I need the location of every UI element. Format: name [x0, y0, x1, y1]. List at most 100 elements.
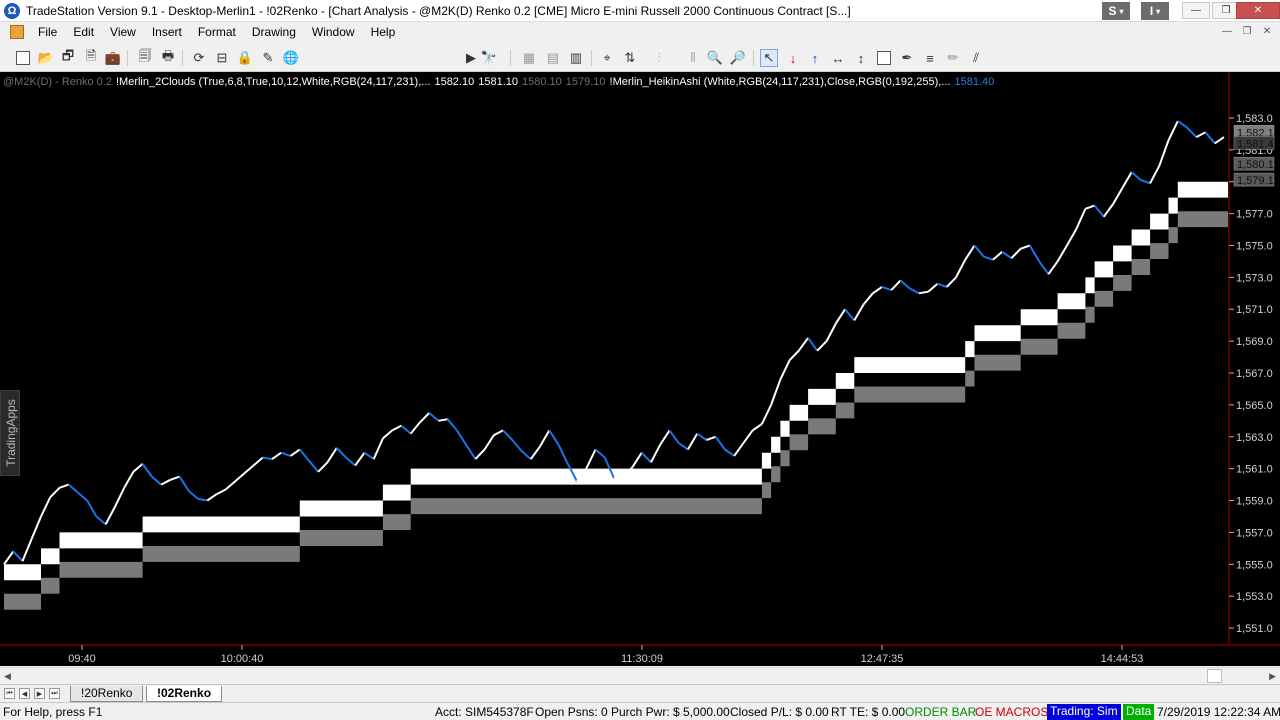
chart-scrollbar[interactable]: ◀ ▶ — [0, 667, 1280, 684]
pointer-icon[interactable]: ↖ — [760, 49, 778, 67]
data-status-badge[interactable]: Data — [1123, 704, 1155, 720]
window-arrange-icon[interactable]: ⊟ — [213, 49, 231, 67]
horizontal-line-icon[interactable]: ↔ — [829, 49, 847, 67]
price-segment — [1177, 120, 1188, 129]
price-segment — [890, 279, 902, 291]
price-segment — [1020, 244, 1031, 250]
menu-file[interactable]: File — [30, 22, 65, 42]
price-segment — [964, 244, 976, 261]
price-segment — [141, 463, 153, 478]
down-arrow-icon[interactable]: ↓ — [784, 49, 802, 67]
new-document-icon[interactable] — [14, 49, 32, 67]
tradingapps-side-tab[interactable]: TradingApps — [0, 390, 20, 476]
tab-20renko[interactable]: !20Renko — [70, 686, 144, 702]
crosshair-icon[interactable]: ⌖ — [598, 49, 616, 67]
prev-tab-icon[interactable]: ◀ — [19, 688, 30, 699]
close-button[interactable]: ✕ — [1236, 2, 1280, 19]
legend-study-heikinashi[interactable]: !Merlin_HeikinAshi (White,RGB(24,117,231… — [610, 76, 951, 88]
chart-analysis-icon[interactable]: ⫶ — [650, 49, 668, 67]
price-segment — [918, 290, 929, 295]
zoom-out-icon[interactable]: 🔎 — [729, 49, 747, 67]
grid-icon[interactable]: ▦ — [520, 49, 538, 67]
open-folder-icon[interactable]: 📂 — [37, 49, 55, 67]
trading-mode-badge[interactable]: Trading: Sim — [1047, 704, 1121, 720]
menu-view[interactable]: View — [102, 22, 144, 42]
zoom-in-icon[interactable]: 🔍 — [706, 49, 724, 67]
price-segment — [502, 429, 514, 441]
table-icon[interactable]: ▥ — [567, 49, 585, 67]
cloud-white-band — [4, 181, 1228, 581]
order-bar-button[interactable]: ORDER BAR — [905, 705, 976, 719]
y-tick-label: 1,563.0 — [1236, 432, 1273, 444]
s-badge-button[interactable]: S ▾ — [1102, 2, 1130, 20]
price-segment — [40, 496, 52, 517]
price-segment — [1130, 171, 1142, 181]
print-icon[interactable]: 🖶 — [159, 48, 177, 67]
maximize-icon: ❐ — [1221, 5, 1231, 16]
vertical-line-icon[interactable]: ↕ — [852, 49, 870, 67]
print-preview-icon[interactable]: 🗐 — [136, 48, 154, 67]
scroll-left-icon[interactable]: ◀ — [4, 671, 11, 682]
menu-window[interactable]: Window — [304, 22, 363, 42]
window-refresh-icon[interactable]: ⟳ — [190, 49, 208, 67]
price-segment — [49, 487, 61, 498]
strategy-icon[interactable]: ⇅ — [621, 49, 639, 67]
toolbar-separator — [127, 50, 128, 66]
scroll-thumb[interactable] — [1207, 669, 1222, 683]
menu-help[interactable]: Help — [363, 22, 404, 42]
chart-area[interactable]: 1,583.01,581.01,579.01,577.01,575.01,573… — [0, 72, 1280, 666]
status-rt-te: RT TE: $ 0.00 — [831, 705, 906, 719]
next-tab-icon[interactable]: ▶ — [34, 688, 45, 699]
y-tick-label: 1,565.0 — [1236, 400, 1273, 412]
y-tick-label: 1,555.0 — [1236, 559, 1273, 571]
chart-window-icon[interactable] — [10, 25, 24, 39]
price-segment — [3, 550, 15, 565]
scroll-right-icon[interactable]: ▶ — [1269, 671, 1276, 682]
menu-format[interactable]: Format — [190, 22, 244, 42]
mdi-minimize-icon[interactable]: — — [1220, 24, 1234, 38]
price-label-text: 1,581.4 — [1237, 138, 1274, 150]
mdi-restore-icon[interactable]: ❐ — [1240, 24, 1254, 38]
pencil-icon[interactable]: ✏ — [944, 49, 962, 67]
lines-icon[interactable]: ≡ — [921, 49, 939, 67]
price-segment — [252, 456, 264, 467]
globe-icon[interactable]: 🌐 — [282, 49, 300, 67]
trendlines-icon[interactable]: ⫽ — [967, 49, 985, 67]
pen-icon[interactable]: ✒ — [898, 49, 916, 67]
menu-edit[interactable]: Edit — [65, 22, 102, 42]
mdi-close-icon[interactable]: ✕ — [1260, 24, 1274, 38]
last-tab-icon[interactable]: ⏭ — [49, 688, 60, 699]
legend-study-clouds[interactable]: !Merlin_2Clouds (True,6,8,True,10,12,Whi… — [116, 76, 430, 88]
x-tick-label: 12:47:35 — [861, 653, 904, 665]
price-segment — [1195, 131, 1206, 138]
grid-alt-icon[interactable]: ▤ — [544, 49, 562, 67]
toolbar-separator — [591, 50, 592, 66]
save-workspace-icon[interactable]: 💼 — [104, 49, 122, 67]
open-workspace-icon[interactable]: 🗗 — [59, 48, 77, 67]
tab-02renko[interactable]: !02Renko — [146, 686, 223, 702]
menu-drawing[interactable]: Drawing — [244, 22, 304, 42]
price-segment — [1186, 126, 1198, 138]
save-icon[interactable]: 🗎 — [82, 48, 100, 67]
legend-value-1: 1582.10 — [434, 76, 475, 88]
renko-chart[interactable]: 1,583.01,581.01,579.01,577.01,575.01,573… — [0, 72, 1280, 666]
menu-insert[interactable]: Insert — [144, 22, 190, 42]
oe-macros-button[interactable]: OE MACROS — [975, 705, 1048, 719]
price-segment — [409, 421, 421, 435]
i-badge-button[interactable]: I ▾ — [1141, 2, 1169, 20]
bar-chart-icon[interactable]: ⫴ — [684, 49, 702, 67]
price-segment — [899, 279, 911, 290]
chart-legend: @M2K(D) - Renko 0.2 !Merlin_2Clouds (True… — [3, 76, 998, 88]
price-segment — [539, 429, 551, 447]
price-segment — [594, 448, 606, 459]
rectangle-icon[interactable] — [875, 49, 893, 67]
up-arrow-icon[interactable]: ↑ — [806, 49, 824, 67]
first-tab-icon[interactable]: ⏮ — [4, 688, 15, 699]
binoculars-icon[interactable]: 🔭 — [480, 49, 498, 67]
minimize-button[interactable]: — — [1182, 2, 1210, 19]
go-arrow-icon[interactable]: ▶ — [462, 49, 480, 67]
price-segment — [788, 350, 800, 361]
tool-icon[interactable]: ✎ — [259, 49, 277, 67]
lock-icon[interactable]: 🔒 — [236, 49, 254, 67]
price-segment — [1121, 171, 1133, 189]
